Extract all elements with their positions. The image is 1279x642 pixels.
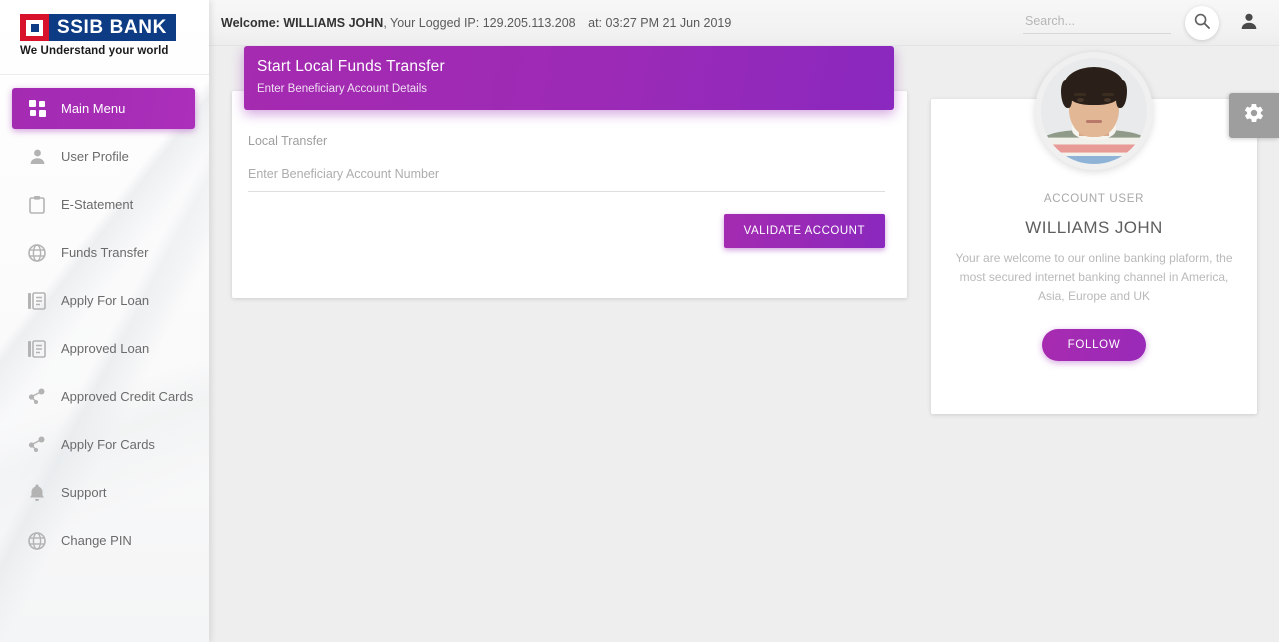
bell-icon xyxy=(24,482,50,504)
transfer-title: Start Local Funds Transfer xyxy=(257,58,445,75)
account-user-profile-card: ACCOUNT USER WILLIAMS JOHN Your are welc… xyxy=(931,52,1257,414)
globe-icon xyxy=(24,530,50,552)
sidebar-item-main-menu[interactable]: Main Menu xyxy=(12,88,195,129)
sidebar-item-apply-for-loan[interactable]: Apply For Loan xyxy=(12,280,195,321)
validate-account-button[interactable]: VALIDATE ACCOUNT xyxy=(723,214,885,248)
sidebar-item-apply-for-cards[interactable]: Apply For Cards xyxy=(12,424,195,465)
search-button[interactable] xyxy=(1185,5,1219,40)
account-button[interactable] xyxy=(1237,11,1261,35)
main-content: Start Local Funds Transfer Enter Benefic… xyxy=(209,46,1279,642)
time-label: at: xyxy=(588,15,603,30)
transfer-subtitle: Enter Beneficiary Account Details xyxy=(257,83,428,95)
sidebar-item-label: Apply For Cards xyxy=(61,437,155,452)
sidebar-item-label: Change PIN xyxy=(61,533,132,548)
sidebar-item-approved-loan[interactable]: Approved Loan xyxy=(12,328,195,369)
share-nodes-icon xyxy=(24,434,50,456)
welcome-prefix: Welcome: xyxy=(221,15,280,30)
sidebar-item-e-statement[interactable]: E-Statement xyxy=(12,184,195,225)
profile-name: WILLIAMS JOHN xyxy=(1025,218,1163,237)
transfer-form: Local Transfer VALIDATE ACCOUNT xyxy=(232,91,907,248)
settings-tab-button[interactable] xyxy=(1229,93,1279,138)
sidebar-item-approved-credit-cards[interactable]: Approved Credit Cards xyxy=(12,376,195,417)
follow-button[interactable]: FOLLOW xyxy=(1041,329,1147,361)
sidebar-item-label: Approved Loan xyxy=(61,341,150,356)
sidebar-item-label: Apply For Loan xyxy=(61,293,150,308)
brand-name: SSIB BANK xyxy=(49,14,176,41)
ip-value: 129.205.113.208 xyxy=(482,15,576,30)
sidebar-menu: Main Menu User Profile E-Statement Funds… xyxy=(0,75,209,561)
transfer-form-actions: VALIDATE ACCOUNT xyxy=(248,214,885,248)
sidebar-item-user-profile[interactable]: User Profile xyxy=(12,136,195,177)
ip-label: , Your Logged IP: xyxy=(383,15,480,30)
clipboard-icon xyxy=(24,194,50,216)
globe-icon xyxy=(24,242,50,264)
beneficiary-account-input[interactable] xyxy=(248,167,885,181)
local-funds-transfer-card: Start Local Funds Transfer Enter Benefic… xyxy=(232,46,907,298)
sidebar-item-support[interactable]: Support xyxy=(12,472,195,513)
sidebar-item-label: Support xyxy=(61,485,107,500)
search-box xyxy=(1023,11,1171,34)
avatar[interactable] xyxy=(1035,52,1153,170)
sidebar: SSIB BANK We Understand your world Main … xyxy=(0,0,209,642)
documents-icon xyxy=(24,338,50,360)
welcome-message: Welcome: WILLIAMS JOHN, Your Logged IP: … xyxy=(221,16,731,30)
square-logo-icon xyxy=(20,14,49,41)
gear-icon xyxy=(1243,102,1265,129)
profile-description: Your are welcome to our online banking p… xyxy=(955,251,1233,303)
sidebar-item-funds-transfer[interactable]: Funds Transfer xyxy=(12,232,195,273)
search-input[interactable] xyxy=(1023,11,1171,34)
documents-icon xyxy=(24,290,50,312)
welcome-user-name: WILLIAMS JOHN xyxy=(283,15,384,30)
sidebar-item-change-pin[interactable]: Change PIN xyxy=(12,520,195,561)
brand-logo[interactable]: SSIB BANK We Understand your world xyxy=(0,0,209,75)
sidebar-item-label: Main Menu xyxy=(61,101,126,116)
transfer-card-header: Start Local Funds Transfer Enter Benefic… xyxy=(244,46,894,110)
share-nodes-icon xyxy=(24,386,50,408)
search-icon xyxy=(1194,13,1210,32)
person-icon xyxy=(1240,12,1258,33)
sidebar-item-label: User Profile xyxy=(61,149,129,164)
beneficiary-account-field xyxy=(248,165,885,192)
brand-tagline: We Understand your world xyxy=(20,45,169,57)
time-value: 03:27 PM 21 Jun 2019 xyxy=(605,15,732,30)
sidebar-item-label: E-Statement xyxy=(61,197,134,212)
grid-icon xyxy=(24,98,50,120)
user-photo-avatar xyxy=(1041,58,1147,164)
sidebar-item-label: Funds Transfer xyxy=(61,245,149,260)
sidebar-item-label: Approved Credit Cards xyxy=(61,389,194,404)
top-bar: Welcome: WILLIAMS JOHN, Your Logged IP: … xyxy=(209,0,1279,46)
profile-role: ACCOUNT USER xyxy=(1043,193,1145,205)
top-bar-actions xyxy=(1023,5,1279,40)
person-icon xyxy=(24,146,50,168)
transfer-type-label: Local Transfer xyxy=(248,134,328,148)
